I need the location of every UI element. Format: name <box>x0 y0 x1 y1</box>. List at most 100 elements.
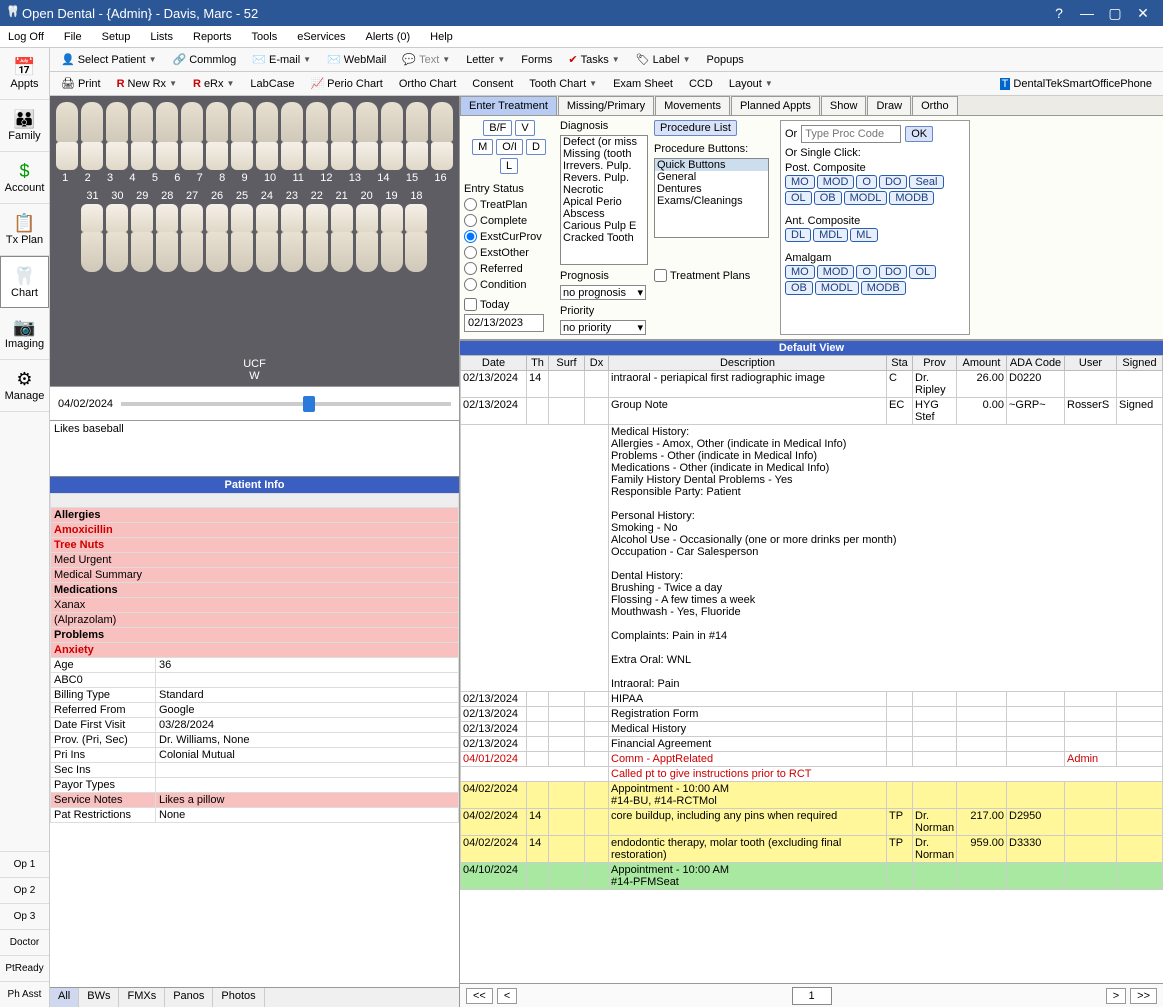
op-2[interactable]: Op 2 <box>0 877 49 903</box>
tooth-23[interactable] <box>281 204 303 272</box>
grid-row[interactable]: 04/02/202414core buildup, including any … <box>461 809 1163 836</box>
grid-row[interactable]: 02/13/2024Registration Form <box>461 707 1163 722</box>
maximize-button[interactable]: ▢ <box>1101 5 1129 22</box>
tooth-9[interactable] <box>256 102 278 170</box>
tab-ortho[interactable]: Ortho <box>912 96 958 115</box>
m-button[interactable]: M <box>472 139 493 155</box>
tooth-31[interactable] <box>81 204 103 272</box>
d-button[interactable]: D <box>526 139 546 155</box>
procbtn-item[interactable]: General <box>655 171 768 183</box>
l-button[interactable]: L <box>500 158 518 174</box>
webmail-button[interactable]: ✉️WebMail <box>320 50 393 69</box>
tooth-30[interactable] <box>106 204 128 272</box>
procbtn-item[interactable]: Exams/Cleanings <box>655 195 768 207</box>
popups-button[interactable]: Popups <box>700 51 751 69</box>
label-button[interactable]: 🏷Label▼ <box>629 50 698 69</box>
grid-row[interactable]: 02/13/2024Financial Agreement <box>461 737 1163 752</box>
date-slider[interactable]: 04/02/2024 <box>50 386 459 420</box>
print-button[interactable]: 🖨Print <box>54 74 108 93</box>
orthochart-button[interactable]: Ortho Chart <box>392 75 463 93</box>
menu-eservices[interactable]: eServices <box>297 31 345 43</box>
diagnosis-list[interactable]: Defect (or missMissing (toothIrrevers. P… <box>560 135 648 265</box>
tooth-21[interactable] <box>331 204 353 272</box>
tooth-chart[interactable]: 12345678910111213141516 3130292827262524… <box>50 96 459 386</box>
oi-button[interactable]: O/I <box>496 139 523 155</box>
tab-panos[interactable]: Panos <box>165 988 213 1007</box>
tooth-13[interactable] <box>356 102 378 170</box>
forms-button[interactable]: Forms <box>514 51 559 69</box>
tooth-2[interactable] <box>81 102 103 170</box>
grid-row[interactable]: 04/02/2024Appointment - 10:00 AM #14-BU,… <box>461 782 1163 809</box>
ok-button[interactable]: OK <box>905 126 933 142</box>
tooth-20[interactable] <box>356 204 378 272</box>
proc-pill-seal[interactable]: Seal <box>909 175 943 189</box>
op-phasst[interactable]: Ph Asst <box>0 981 49 1007</box>
grid-col[interactable]: Sta <box>887 356 913 371</box>
tooth-19[interactable] <box>381 204 403 272</box>
proc-pill-modb[interactable]: MODB <box>861 281 906 295</box>
tooth-18[interactable] <box>405 204 427 272</box>
examsheet-button[interactable]: Exam Sheet <box>606 75 680 93</box>
grid-col[interactable]: Amount <box>957 356 1007 371</box>
tooth-28[interactable] <box>156 204 178 272</box>
nav-manage[interactable]: ⚙Manage <box>0 360 49 412</box>
op-ptready[interactable]: PtReady <box>0 955 49 981</box>
grid-row[interactable]: 04/01/2024Comm - ApptRelatedAdmin <box>461 752 1163 767</box>
grid-col[interactable]: Signed <box>1117 356 1163 371</box>
tab-enter-treatment[interactable]: Enter Treatment <box>460 96 557 115</box>
consent-button[interactable]: Consent <box>465 75 520 93</box>
proc-pill-modb[interactable]: MODB <box>889 191 934 205</box>
procbtn-item[interactable]: Dentures <box>655 183 768 195</box>
proc-pill-mdl[interactable]: MDL <box>813 228 848 242</box>
tooth-14[interactable] <box>381 102 403 170</box>
first-page-button[interactable]: << <box>466 988 493 1004</box>
grid-col[interactable]: Description <box>609 356 887 371</box>
radio-exstother[interactable]: ExstOther <box>464 246 554 259</box>
menu-help[interactable]: Help <box>430 31 453 43</box>
proc-pill-mod[interactable]: MOD <box>817 175 855 189</box>
proc-pill-do[interactable]: DO <box>879 175 908 189</box>
nav-txplan[interactable]: 📋Tx Plan <box>0 204 49 256</box>
proc-buttons-list[interactable]: Quick ButtonsGeneralDenturesExams/Cleani… <box>654 158 769 238</box>
proc-pill-ol[interactable]: OL <box>785 191 812 205</box>
tab-bws[interactable]: BWs <box>79 988 119 1007</box>
proc-pill-modl[interactable]: MODL <box>815 281 859 295</box>
proc-pill-ob[interactable]: OB <box>785 281 813 295</box>
grid-row[interactable]: 02/13/202414intraoral - periapical first… <box>461 371 1163 398</box>
diag-item[interactable]: Defect (or miss <box>561 136 647 148</box>
procbtn-item[interactable]: Quick Buttons <box>655 159 768 171</box>
proc-pill-o[interactable]: O <box>856 175 877 189</box>
letter-button[interactable]: Letter▼ <box>459 51 512 69</box>
diag-item[interactable]: Revers. Pulp. <box>561 172 647 184</box>
grid-col[interactable]: Dx <box>585 356 609 371</box>
tooth-3[interactable] <box>106 102 128 170</box>
proc-pill-do[interactable]: DO <box>879 265 908 279</box>
procedure-list-button[interactable]: Procedure List <box>654 120 737 136</box>
page-input[interactable] <box>792 987 832 1005</box>
prognosis-select[interactable]: no prognosis▾ <box>560 285 646 300</box>
nav-appts[interactable]: 📅Appts <box>0 48 49 100</box>
tooth-12[interactable] <box>331 102 353 170</box>
proc-pill-ml[interactable]: ML <box>850 228 877 242</box>
menu-lists[interactable]: Lists <box>150 31 173 43</box>
menu-tools[interactable]: Tools <box>252 31 278 43</box>
diag-item[interactable]: Apical Perio <box>561 196 647 208</box>
ccd-button[interactable]: CCD <box>682 75 720 93</box>
next-page-button[interactable]: > <box>1106 988 1126 1004</box>
patient-notes[interactable]: Likes baseball <box>50 420 459 476</box>
select-patient-button[interactable]: 👤Select Patient▼ <box>54 50 164 69</box>
last-page-button[interactable]: >> <box>1130 988 1157 1004</box>
diag-item[interactable]: Missing (tooth <box>561 148 647 160</box>
tooth-22[interactable] <box>306 204 328 272</box>
email-button[interactable]: ✉️E-mail▼ <box>245 50 318 69</box>
help-icon[interactable]: ? <box>1045 5 1073 21</box>
tooth-27[interactable] <box>181 204 203 272</box>
tooth-16[interactable] <box>431 102 453 170</box>
tooth-25[interactable] <box>231 204 253 272</box>
close-button[interactable]: ✕ <box>1129 5 1157 22</box>
tab-planned-appts[interactable]: Planned Appts <box>731 96 820 115</box>
diag-item[interactable]: Cracked Tooth <box>561 232 647 244</box>
radio-referred[interactable]: Referred <box>464 262 554 275</box>
date-input[interactable] <box>464 314 544 332</box>
labcase-button[interactable]: LabCase <box>243 75 301 93</box>
